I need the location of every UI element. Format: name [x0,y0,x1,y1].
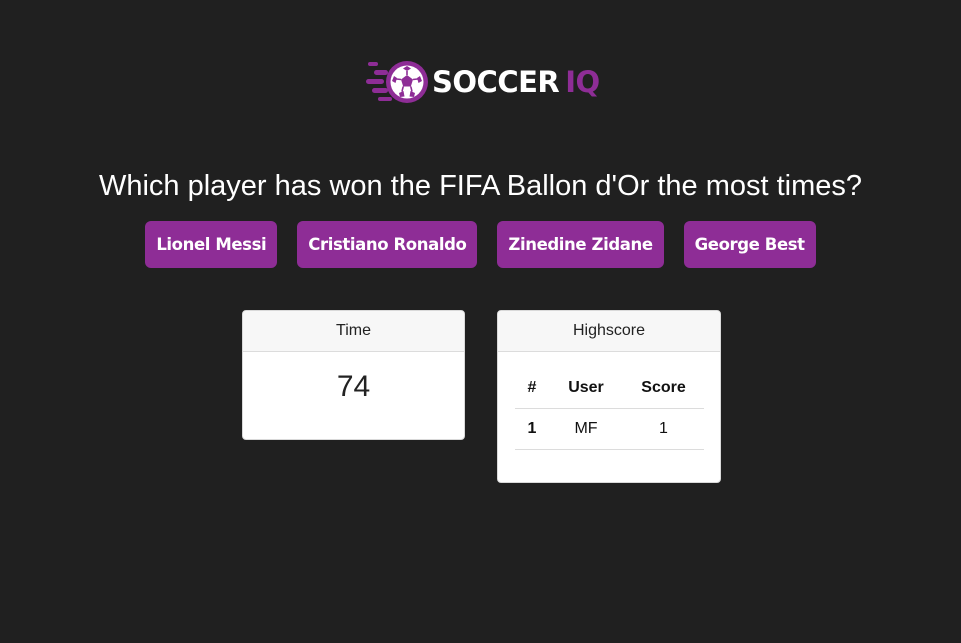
highscore-title: Highscore [498,311,720,352]
answer-button-zinedine-zidane[interactable]: Zinedine Zidane [497,221,664,268]
highscore-table: # User Score 1 MF 1 [515,368,704,450]
rank-cell: 1 [515,408,549,450]
logo-text-iq: IQ [565,64,600,99]
answer-buttons: Lionel Messi Cristiano Ronaldo Zinedine … [0,221,961,268]
soccer-ball-icon [366,61,428,103]
user-cell: MF [549,408,623,450]
score-cell: 1 [623,408,704,450]
logo-wordmark: SOCCER IQ [432,64,600,99]
column-header-user: User [549,368,623,409]
table-header-row: # User Score [515,368,704,409]
question-text: Which player has won the FIFA Ballon d'O… [98,170,863,202]
timer-value: 74 [336,370,371,403]
soccer-iq-logo: SOCCER IQ [366,58,600,106]
quiz-page: SOCCER IQ Which player has won the FIFA B… [0,0,961,643]
answer-button-george-best[interactable]: George Best [683,221,816,268]
answer-button-lionel-messi[interactable]: Lionel Messi [145,221,278,268]
highscore-card: Highscore # User Score 1 MF 1 [497,310,721,483]
logo-text-soccer: SOCCER [432,64,560,99]
answer-button-cristiano-ronaldo[interactable]: Cristiano Ronaldo [297,221,478,268]
timer-card: Time 74 [242,310,465,440]
table-row: 1 MF 1 [515,408,704,450]
column-header-rank: # [515,368,549,409]
timer-title: Time [243,311,464,352]
column-header-score: Score [623,368,704,409]
